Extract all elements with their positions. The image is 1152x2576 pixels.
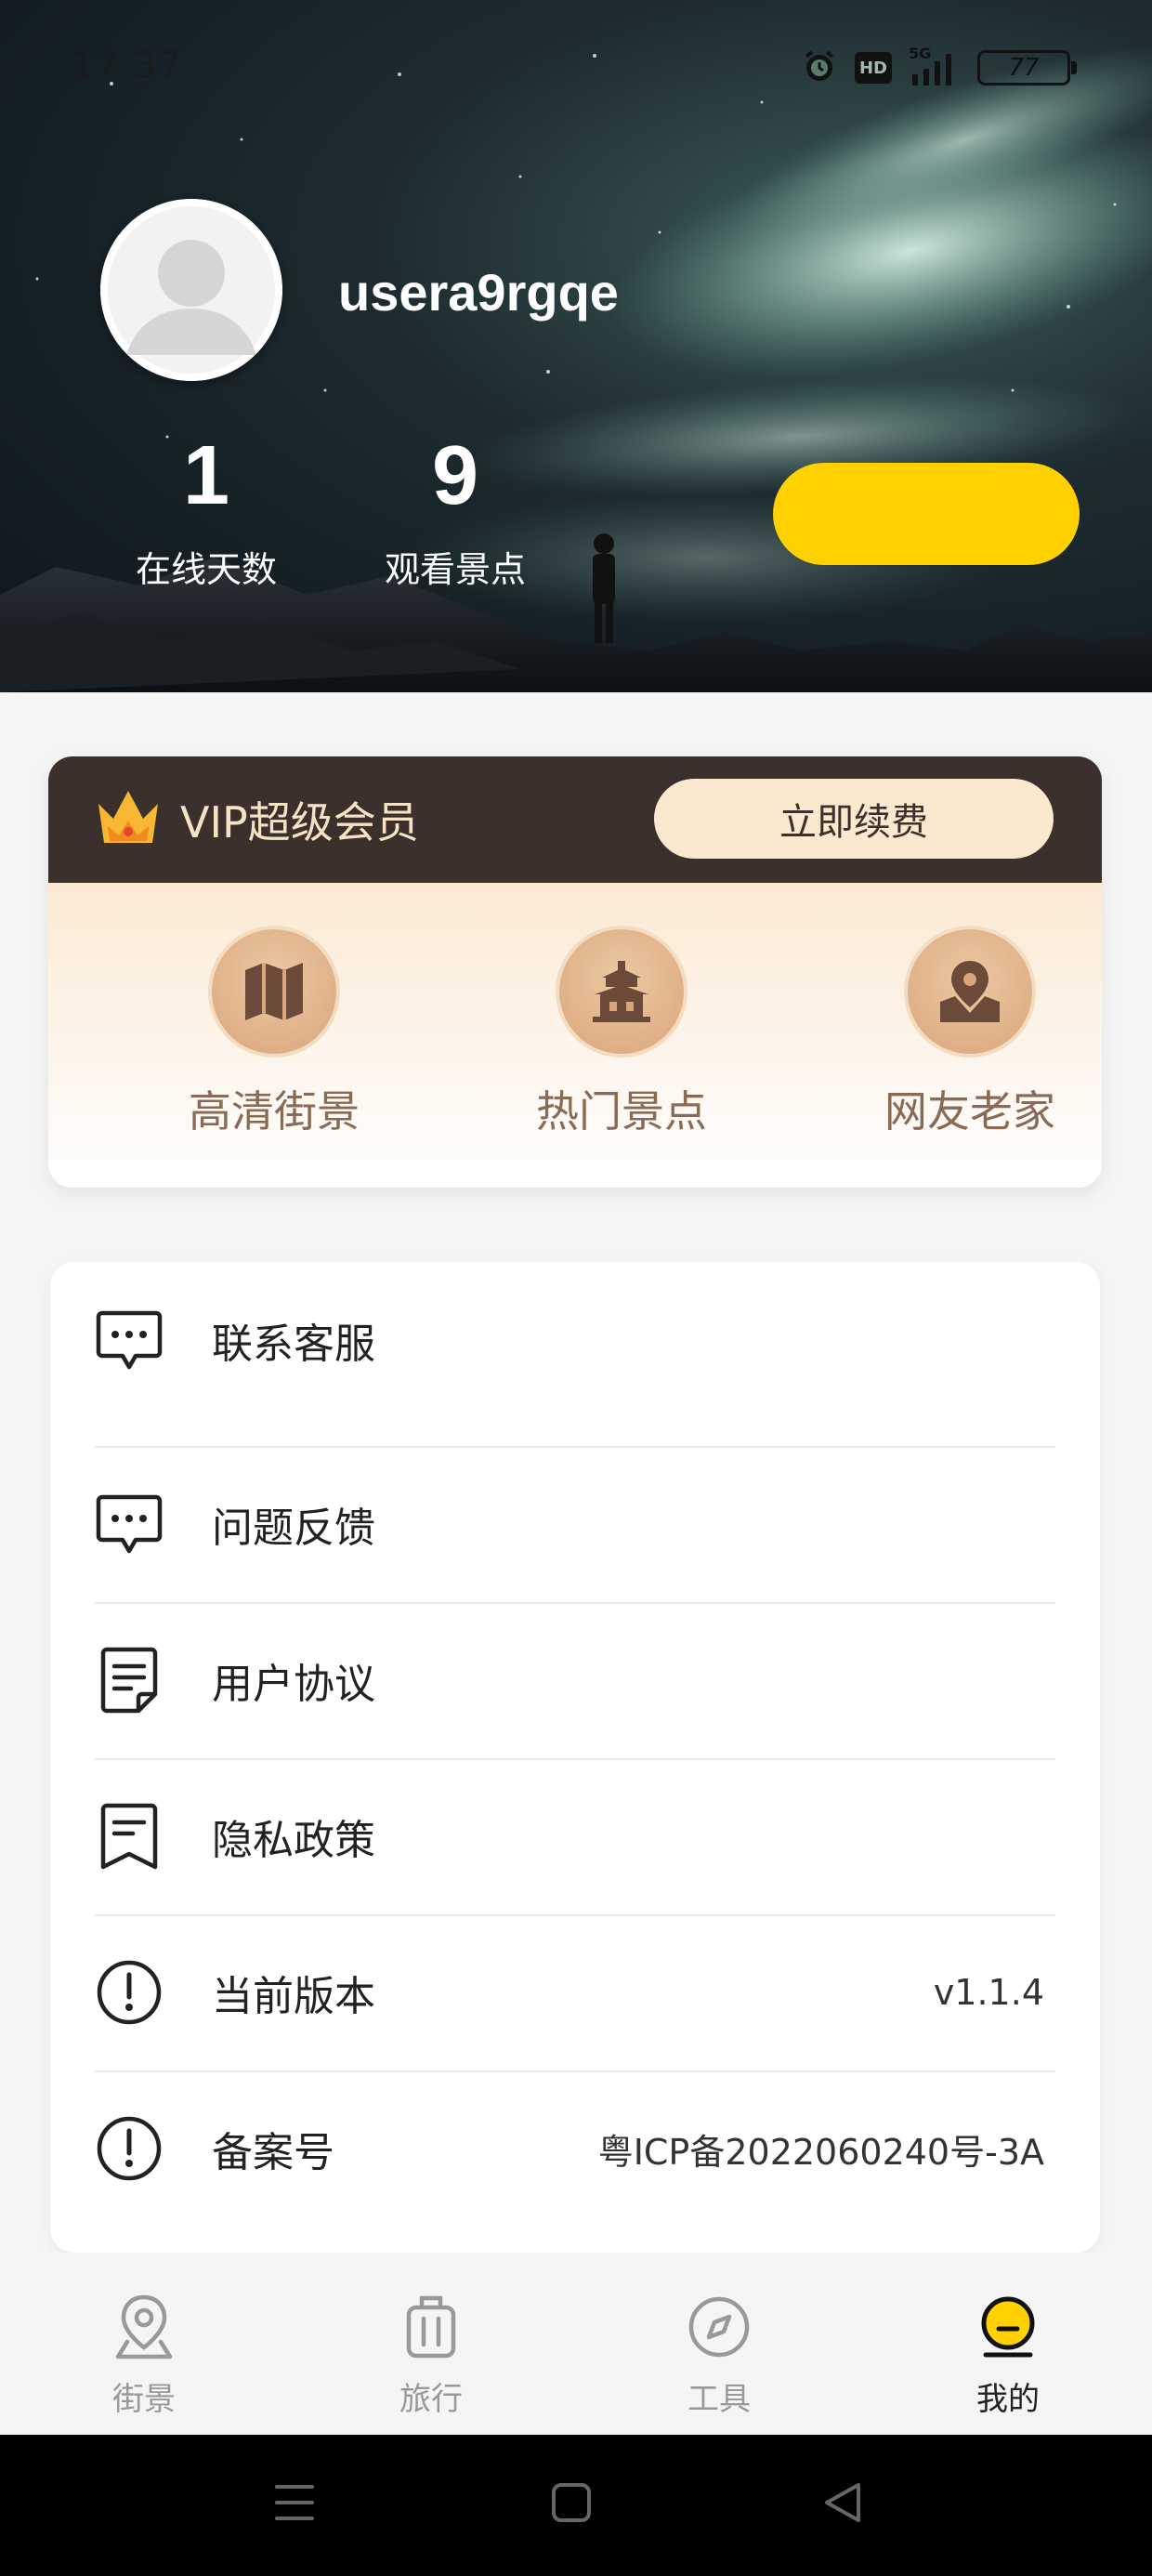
tab-label: 街景 — [112, 2381, 176, 2418]
system-navigation-bar — [0, 2435, 1152, 2576]
bottom-tab-bar: 街景 旅行 工具 我的 — [0, 2253, 1152, 2435]
vip-card: VIP超级会员 立即续费 高清街景 热门景点 网友老家 — [48, 756, 1102, 1188]
status-time: 17:37 — [71, 45, 183, 87]
feedback-bubble-icon — [95, 1490, 164, 1558]
signal-icon: 5G — [909, 45, 961, 85]
network-type-label: 5G — [909, 45, 932, 62]
menu-item-label: 当前版本 — [212, 1973, 375, 2020]
battery-icon: 77 — [977, 50, 1077, 85]
menu-item-current-version[interactable]: 当前版本 v1.1.4 — [95, 1914, 1055, 2070]
profile-icon — [915, 2290, 1101, 2364]
info-icon — [95, 2114, 164, 2183]
battery-level: 77 — [1008, 54, 1040, 82]
stat-value: 1 — [182, 429, 230, 522]
location-pin-icon — [51, 2290, 237, 2364]
chat-bubble-icon — [95, 1306, 164, 1374]
vip-feature-label: 高清街景 — [189, 1086, 360, 1137]
version-value: v1.1.4 — [933, 1972, 1044, 2013]
menu-item-user-agreement[interactable]: 用户协议 — [95, 1602, 1055, 1758]
menu-item-label: 隐私政策 — [212, 1817, 375, 1864]
menu-item-label: 备案号 — [212, 2129, 334, 2176]
vip-features: 高清街景 热门景点 网友老家 — [48, 883, 1102, 1188]
menu-item-label: 联系客服 — [212, 1321, 375, 1368]
vip-feature-street-view[interactable]: 高清街景 — [135, 929, 413, 1139]
tab-label: 工具 — [687, 2381, 751, 2418]
stat-online-days: 1 在线天数 — [113, 429, 299, 592]
tab-label: 我的 — [976, 2381, 1040, 2418]
map-icon — [212, 929, 336, 1054]
tab-travel[interactable]: 旅行 — [338, 2290, 524, 2419]
suitcase-icon — [338, 2290, 524, 2364]
default-avatar-icon — [100, 199, 282, 381]
alarm-icon — [801, 47, 838, 88]
stat-viewed-spots: 9 观看景点 — [362, 429, 548, 592]
menu-item-contact-support[interactable]: 联系客服 — [95, 1262, 1055, 1418]
vip-feature-label: 网友老家 — [884, 1086, 1055, 1137]
tab-label: 旅行 — [399, 2381, 463, 2418]
tab-street-view[interactable]: 街景 — [51, 2290, 237, 2419]
vip-feature-label: 热门景点 — [536, 1086, 707, 1137]
menu-item-icp-record[interactable]: 备案号 粤ICP备2022060240号-3A — [95, 2070, 1055, 2227]
location-map-icon — [908, 929, 1032, 1054]
stat-label: 观看景点 — [384, 549, 526, 590]
back-icon[interactable] — [821, 2479, 864, 2530]
status-bar: 17:37 HD 5G 77 — [0, 0, 1152, 130]
menu-item-feedback[interactable]: 问题反馈 — [95, 1446, 1055, 1602]
bookmark-icon — [95, 1802, 164, 1871]
stat-value: 9 — [431, 429, 479, 522]
renew-button[interactable]: 立即续费 — [654, 779, 1054, 859]
vip-feature-hometown[interactable]: 网友老家 — [831, 929, 1102, 1139]
menu-item-label: 用户协议 — [212, 1661, 375, 1708]
home-icon[interactable] — [550, 2479, 593, 2530]
yellow-action-button[interactable] — [773, 463, 1080, 565]
vip-feature-popular-spots[interactable]: 热门景点 — [482, 929, 761, 1139]
document-icon — [95, 1646, 164, 1715]
menu-icon[interactable] — [273, 2479, 316, 2530]
info-icon — [95, 1958, 164, 2027]
tab-tools[interactable]: 工具 — [626, 2290, 812, 2419]
crown-icon — [95, 787, 162, 852]
icp-value: 粤ICP备2022060240号-3A — [597, 2131, 1044, 2173]
stat-label: 在线天数 — [135, 549, 277, 590]
menu-item-label: 问题反馈 — [212, 1505, 375, 1552]
vip-title: VIP超级会员 — [180, 797, 419, 848]
settings-list: 联系客服 问题反馈 用户协议 隐私政策 当前版本 v1.1.4 备案号 粤ICP… — [50, 1262, 1100, 2253]
status-icons: HD 5G 77 — [801, 45, 1077, 89]
temple-icon — [559, 929, 684, 1054]
hd-badge: HD — [855, 52, 892, 84]
menu-item-privacy-policy[interactable]: 隐私政策 — [95, 1758, 1055, 1914]
username: usera9rgqe — [338, 263, 619, 322]
profile-header: 17:37 HD 5G 77 usera9rgqe 1 在线天数 9 观看景点 — [0, 0, 1152, 692]
tab-mine[interactable]: 我的 — [915, 2290, 1101, 2419]
compass-icon — [626, 2290, 812, 2364]
avatar[interactable] — [100, 199, 282, 381]
vip-header: VIP超级会员 立即续费 — [48, 756, 1102, 883]
